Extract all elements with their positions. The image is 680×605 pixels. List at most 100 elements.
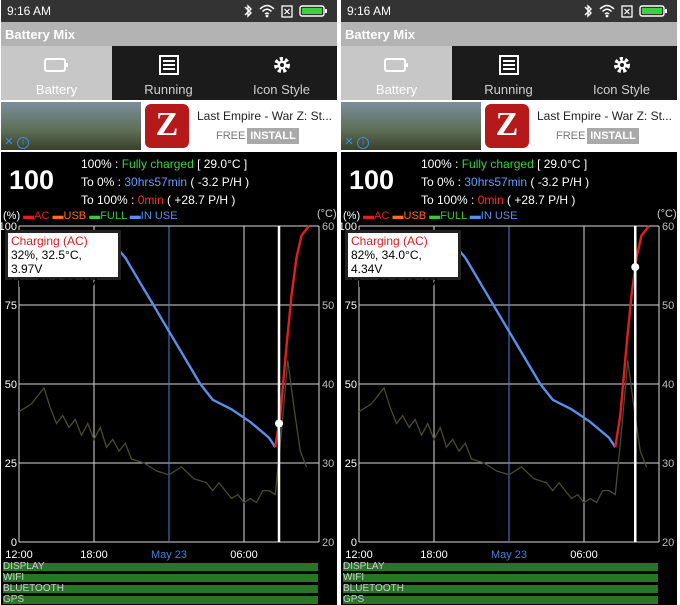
usage-row-bluetooth: BLUETOOTH <box>1 583 337 594</box>
y-right-tick-label: 60 <box>322 221 334 233</box>
ad-info-icon[interactable]: i <box>17 137 29 149</box>
time-to-empty-line: To 0% : 30hrs57min ( -3.2 P/H ) <box>81 175 250 189</box>
list-icon <box>499 55 519 75</box>
status-full-line: 100% : Fully charged [ 29.0°C ] <box>421 157 588 171</box>
temperature-series-line <box>18 360 308 504</box>
tab-bar: Battery Running Icon Style <box>341 46 677 100</box>
tab-battery[interactable]: Battery <box>1 46 112 100</box>
ad-install-button[interactable]: INSTALL <box>587 128 639 144</box>
cursor-point <box>275 419 283 428</box>
y-right-tick-label: 50 <box>322 300 334 312</box>
no-sim-icon <box>621 5 633 18</box>
status-bar: 9:16 AM <box>341 0 677 22</box>
y-left-tick-label: 25 <box>5 458 17 470</box>
cursor-point <box>631 263 640 272</box>
ac-charging-line <box>274 225 310 448</box>
ad-app-logo: Z <box>145 104 189 148</box>
usage-row-display: DISPLAY <box>341 561 677 572</box>
y-left-tick-label: 75 <box>5 300 17 312</box>
y-right-tick-label: 60 <box>662 221 674 233</box>
usage-bars: DISPLAY WIFI BLUETOOTH GPS <box>341 561 677 605</box>
legend-usb: ▬USB <box>52 210 87 222</box>
legend-in-use: ▬IN USE <box>469 210 518 222</box>
usage-row-display: DISPLAY <box>1 561 337 572</box>
legend-full: ▬FULL <box>89 210 127 222</box>
y-left-tick-label: 75 <box>345 300 357 312</box>
battery-full-icon <box>639 5 667 17</box>
wifi-icon <box>259 4 275 18</box>
ad-title: Last Empire - War Z: St... <box>197 109 332 123</box>
tab-battery[interactable]: Battery <box>341 46 452 100</box>
tab-label: Icon Style <box>252 82 311 97</box>
tab-icon-style[interactable]: Icon Style <box>566 46 677 100</box>
chart-tooltip: Charging (AC) 32%, 32.5°C, 3.97V May 23 … <box>5 230 121 290</box>
usage-row-bluetooth: BLUETOOTH <box>341 583 677 594</box>
unit-left-label: (%) <box>343 210 361 222</box>
x-tick-label: 06:00 <box>230 549 258 561</box>
battery-icon <box>384 58 408 72</box>
y-right-tick-label: 30 <box>662 458 674 470</box>
battery-icon <box>44 58 68 72</box>
time-to-empty-line: To 0% : 30hrs57min ( -3.2 P/H ) <box>421 175 590 189</box>
x-tick-label: 12:00 <box>5 549 33 561</box>
legend-in-use: ▬IN USE <box>129 210 178 222</box>
tooltip-time: May 23 6:50 AM <box>11 276 98 290</box>
status-time: 9:16 AM <box>7 4 52 18</box>
tooltip-title: Charging (AC) <box>351 234 428 248</box>
usage-bars: DISPLAY WIFI BLUETOOTH GPS <box>1 561 337 605</box>
gear-icon <box>274 57 290 73</box>
in-use-discharge-line <box>108 237 277 448</box>
y-right-tick-label: 50 <box>662 300 674 312</box>
tab-icon-style[interactable]: Icon Style <box>226 46 337 100</box>
chart-legend: (%) ▬AC ▬USB ▬FULL ▬IN USE <box>3 210 177 222</box>
unit-left-label: (%) <box>3 210 21 222</box>
phone-screen-right: 9:16 AM Battery Mix Battery Running Icon… <box>341 0 677 605</box>
ad-app-logo: Z <box>485 104 529 148</box>
ac-charging-line <box>614 225 650 448</box>
status-bar: 9:16 AM <box>1 0 337 22</box>
tooltip-time: May 23 8:10 AM <box>351 276 438 290</box>
tooltip-values: 82%, 34.0°C, 4.34V <box>351 248 422 276</box>
ad-banner[interactable]: Z Last Empire - War Z: St... FREE INSTAL… <box>1 100 337 152</box>
tab-label: Battery <box>35 82 78 97</box>
time-to-full-line: To 100% : 0min ( +28.7 P/H ) <box>81 193 236 207</box>
in-use-discharge-line <box>448 237 617 448</box>
battery-level: 100 <box>9 165 55 195</box>
status-full-line: 100% : Fully charged [ 29.0°C ] <box>81 157 248 171</box>
ad-info-icon[interactable]: i <box>357 137 369 149</box>
x-tick-label: 12:00 <box>345 549 373 561</box>
ad-close-icon[interactable]: ✕ <box>343 136 355 149</box>
tab-bar: Battery Running Icon Style <box>1 46 337 100</box>
tab-label: Running <box>484 82 533 97</box>
ad-close-icon[interactable]: ✕ <box>3 136 15 149</box>
legend-ac: ▬AC <box>363 210 390 222</box>
usage-row-wifi: WIFI <box>1 572 337 583</box>
ad-banner[interactable]: Z Last Empire - War Z: St... FREE INSTAL… <box>341 100 677 152</box>
x-tick-label: May 23 <box>491 549 527 561</box>
y-left-tick-label: 50 <box>5 379 17 391</box>
battery-level: 100 <box>349 165 395 195</box>
legend-full: ▬FULL <box>429 210 467 222</box>
y-left-tick-label: 0 <box>351 537 357 549</box>
status-time: 9:16 AM <box>347 4 392 18</box>
y-right-tick-label: 20 <box>322 537 334 549</box>
gear-icon <box>614 57 630 73</box>
temperature-series-line <box>358 360 648 504</box>
list-icon <box>159 55 179 75</box>
tooltip-values: 32%, 32.5°C, 3.97V <box>11 248 82 276</box>
tab-running[interactable]: Running <box>453 46 564 100</box>
y-left-tick-label: 50 <box>345 379 357 391</box>
y-right-tick-label: 20 <box>662 537 674 549</box>
time-to-full-line: To 100% : 0min ( +28.7 P/H ) <box>421 193 576 207</box>
status-icons <box>243 3 333 19</box>
unit-right-label: (°C) <box>657 208 677 220</box>
tab-label: Battery <box>375 82 418 97</box>
ad-install-button[interactable]: INSTALL <box>247 128 299 144</box>
x-tick-label: May 23 <box>151 549 187 561</box>
y-right-tick-label: 40 <box>662 379 674 391</box>
tab-running[interactable]: Running <box>113 46 224 100</box>
x-tick-label: 18:00 <box>80 549 108 561</box>
usage-row-gps: GPS <box>341 594 677 605</box>
unit-right-label: (°C) <box>317 208 337 220</box>
usage-row-wifi: WIFI <box>341 572 677 583</box>
